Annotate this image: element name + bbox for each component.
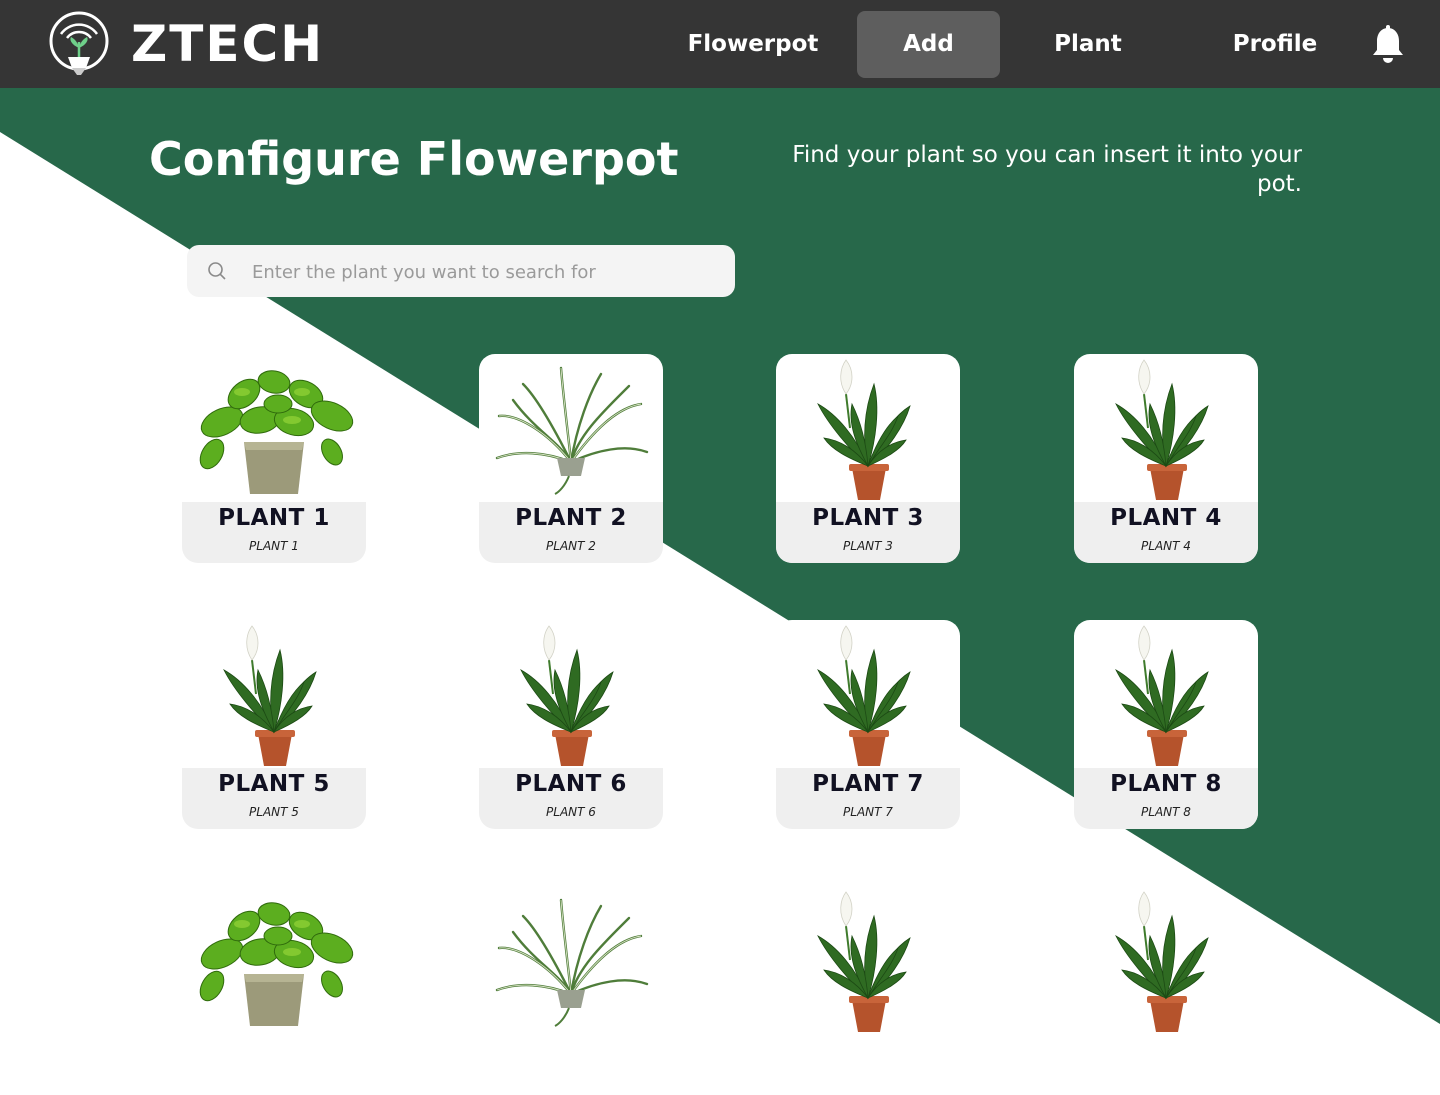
plant-name: PLANT 8 <box>1110 771 1222 797</box>
plant-name: PLANT 7 <box>812 771 924 797</box>
plant-name: PLANT 6 <box>515 771 627 797</box>
top-nav-bar: ZTECH Flowerpot Add Plant Profile <box>0 0 1440 88</box>
plant-name: PLANT 1 <box>218 505 330 531</box>
plant-image-peace-lily <box>479 620 663 768</box>
plant-name: PLANT 2 <box>515 505 627 531</box>
plant-card[interactable] <box>776 886 960 1095</box>
plant-card[interactable]: PLANT 7 PLANT 7 <box>776 620 960 829</box>
brand-name[interactable]: ZTECH <box>131 14 324 74</box>
plant-name: PLANT 4 <box>1110 505 1222 531</box>
plant-image-spider <box>479 886 663 1034</box>
plant-card[interactable]: PLANT 6 PLANT 6 <box>479 620 663 829</box>
nav-profile[interactable]: Profile <box>1200 11 1350 78</box>
plant-subtitle: PLANT 2 <box>546 539 596 553</box>
plant-subtitle: PLANT 6 <box>546 805 596 819</box>
plant-card[interactable]: PLANT 8 PLANT 8 <box>1074 620 1258 829</box>
plant-subtitle: PLANT 5 <box>249 805 299 819</box>
plant-image-pothos <box>182 354 366 502</box>
plant-name: PLANT 3 <box>812 505 924 531</box>
plant-card[interactable] <box>1074 886 1258 1095</box>
plant-subtitle: PLANT 7 <box>843 805 893 819</box>
plant-image-peace-lily <box>776 886 960 1034</box>
plant-image-peace-lily <box>1074 620 1258 768</box>
plant-image-peace-lily <box>776 620 960 768</box>
ztech-logo-icon[interactable] <box>48 10 110 76</box>
plant-card[interactable]: PLANT 2 PLANT 2 <box>479 354 663 563</box>
search-input[interactable] <box>250 253 724 291</box>
bell-icon[interactable] <box>1370 24 1406 64</box>
plant-name: PLANT 5 <box>218 771 330 797</box>
plant-subtitle: PLANT 3 <box>843 539 893 553</box>
search-icon <box>208 262 226 280</box>
plant-image-peace-lily <box>182 620 366 768</box>
plant-subtitle: PLANT 4 <box>1141 539 1191 553</box>
plant-image-pothos <box>182 886 366 1034</box>
plant-image-peace-lily <box>1074 886 1258 1034</box>
plant-card[interactable]: PLANT 4 PLANT 4 <box>1074 354 1258 563</box>
plant-card[interactable]: PLANT 1 PLANT 1 <box>182 354 366 563</box>
plant-image-peace-lily <box>1074 354 1258 502</box>
page-title: Configure Flowerpot <box>149 132 679 186</box>
page-subtitle: Find your plant so you can insert it int… <box>792 142 1302 197</box>
plant-card[interactable] <box>182 886 366 1095</box>
nav-add[interactable]: Add <box>857 11 1000 78</box>
nav-flowerpot[interactable]: Flowerpot <box>680 11 826 78</box>
plant-card[interactable]: PLANT 3 PLANT 3 <box>776 354 960 563</box>
nav-plant[interactable]: Plant <box>1020 11 1156 78</box>
plant-subtitle: PLANT 8 <box>1141 805 1191 819</box>
plant-card[interactable]: PLANT 5 PLANT 5 <box>182 620 366 829</box>
plant-image-peace-lily <box>776 354 960 502</box>
plant-image-spider <box>479 354 663 502</box>
plant-card[interactable] <box>479 886 663 1095</box>
plant-subtitle: PLANT 1 <box>249 539 299 553</box>
